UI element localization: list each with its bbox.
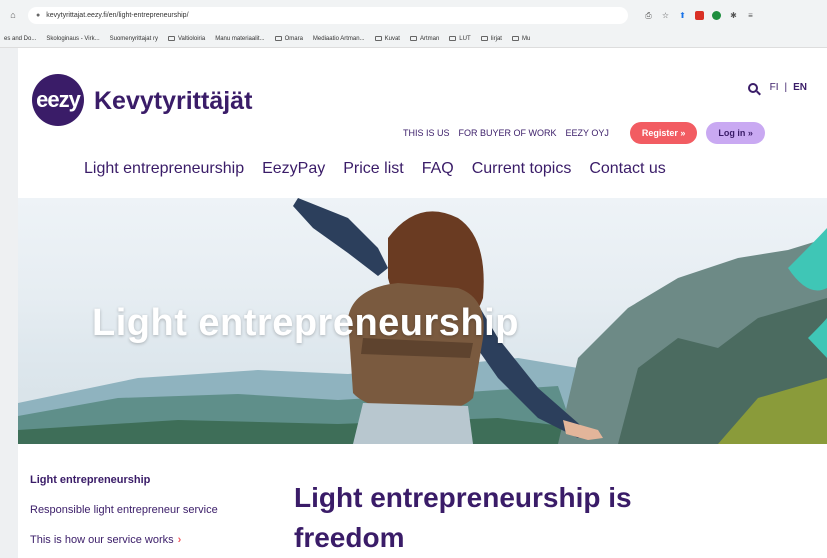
extension-icons: ⎙ ☆ ⬆ ✱ ≡: [644, 10, 755, 20]
main-nav: Light entrepreneurship EezyPay Price lis…: [84, 160, 666, 178]
eezy-oyj-link[interactable]: EEZY OYJ: [566, 128, 609, 138]
browser-toolbar: ⌂ ● kevytyrittajat.eezy.fi/en/light-entr…: [0, 0, 827, 30]
nav-current-topics[interactable]: Current topics: [472, 160, 572, 178]
search-icon[interactable]: [747, 82, 758, 93]
bookmark-item[interactable]: Suomenyrittajat ry: [110, 36, 158, 42]
bookmark-folder[interactable]: Valtioloiria: [167, 36, 205, 42]
this-is-us-link[interactable]: THIS IS US: [403, 128, 450, 138]
language-switcher: FI | EN: [747, 82, 807, 93]
utility-nav: THIS IS US FOR BUYER OF WORK EEZY OYJ Re…: [403, 122, 765, 144]
side-nav-how-service-works[interactable]: This is how our service works ›: [30, 534, 280, 558]
share-icon[interactable]: ⎙: [644, 11, 653, 20]
folder-icon: [374, 36, 382, 41]
eezy-logo[interactable]: eezy: [32, 74, 84, 126]
puzzle-icon[interactable]: ✱: [729, 11, 738, 20]
hero-title: Light entrepreneurship: [92, 302, 519, 344]
left-arm: [293, 198, 388, 276]
bookmark-item[interactable]: Mediaatio Artman...: [313, 36, 365, 42]
extension-red-icon[interactable]: [695, 10, 704, 20]
bookmark-item[interactable]: Skologinaus - Virk...: [46, 36, 99, 42]
register-button[interactable]: Register »: [629, 122, 698, 144]
shorts: [353, 403, 473, 444]
login-button[interactable]: Log in »: [706, 122, 765, 144]
folder-icon: [274, 36, 282, 41]
nav-faq[interactable]: FAQ: [422, 160, 454, 178]
nav-light-entrepreneurship[interactable]: Light entrepreneurship: [84, 160, 244, 178]
folder-icon: [480, 36, 488, 41]
bookmark-item[interactable]: es and Do...: [4, 36, 36, 42]
bookmarks-bar: es and Do... Skologinaus - Virk... Suome…: [0, 30, 827, 48]
extension-arrow-icon[interactable]: ⬆: [678, 11, 687, 20]
menu-list-icon[interactable]: ≡: [746, 11, 755, 20]
chevron-right-icon: ›: [177, 534, 182, 546]
side-nav-label: This is how our service works: [30, 534, 174, 546]
bookmark-folder[interactable]: LUT: [449, 36, 471, 42]
side-nav-responsible-service[interactable]: Responsible light entrepreneur service: [30, 504, 280, 534]
brand-name[interactable]: Kevytyrittäjät: [94, 87, 252, 116]
folder-icon: [511, 36, 519, 41]
bookmark-folder[interactable]: Kuvat: [374, 36, 400, 42]
side-nav: Light entrepreneurship Responsible light…: [30, 474, 280, 558]
nav-eezypay[interactable]: EezyPay: [262, 160, 325, 178]
folder-icon: [167, 36, 175, 41]
for-buyer-link[interactable]: FOR BUYER OF WORK: [459, 128, 557, 138]
bookmark-folder[interactable]: Omara: [274, 36, 303, 42]
page-title: Light entrepreneurship is freedom: [294, 482, 632, 553]
side-nav-light-entrepreneurship[interactable]: Light entrepreneurship: [30, 474, 280, 504]
web-page: eezy Kevytyrittäjät FI | EN THIS IS US F…: [18, 48, 827, 558]
lang-fi-link[interactable]: FI: [770, 82, 779, 93]
home-icon[interactable]: ⌂: [6, 10, 20, 20]
lang-en-link[interactable]: EN: [793, 82, 807, 93]
folder-icon: [449, 36, 457, 41]
url-text: kevytyrittajat.eezy.fi/en/light-entrepre…: [46, 11, 189, 19]
address-bar[interactable]: ● kevytyrittajat.eezy.fi/en/light-entrep…: [28, 6, 628, 24]
nav-contact-us[interactable]: Contact us: [589, 160, 665, 178]
hero-banner: Light entrepreneurship: [18, 198, 827, 444]
bookmark-folder[interactable]: Iirjat: [480, 36, 502, 42]
extension-green-icon[interactable]: [712, 10, 721, 20]
browser-window: ⌂ ● kevytyrittajat.eezy.fi/en/light-entr…: [0, 0, 827, 558]
bookmark-star-icon[interactable]: ☆: [661, 11, 670, 20]
bookmark-folder[interactable]: Mu: [511, 36, 530, 42]
bookmark-folder[interactable]: Artman: [409, 36, 439, 42]
nav-price-list[interactable]: Price list: [343, 160, 403, 178]
lock-icon: ●: [36, 11, 41, 19]
folder-icon: [409, 36, 417, 41]
lang-separator: |: [784, 82, 788, 93]
bookmark-item[interactable]: Manu materiaalit...: [215, 36, 264, 42]
